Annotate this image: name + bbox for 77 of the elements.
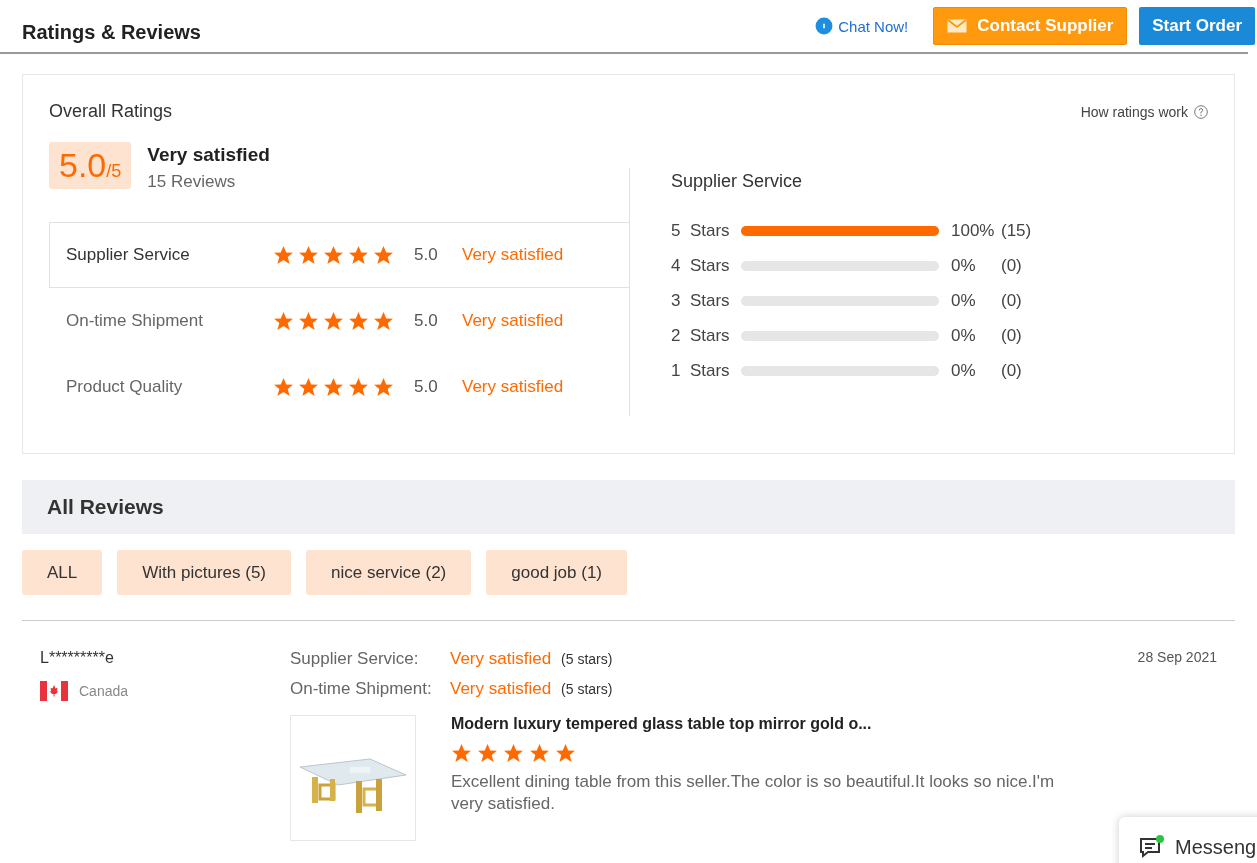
criterion-verdict: Very satisfied	[462, 377, 564, 397]
reviewer-name: L*********e	[40, 649, 115, 667]
filter-tag[interactable]: ALL	[22, 550, 103, 595]
envelope-icon	[947, 19, 968, 33]
star-icon	[273, 311, 294, 331]
star-icon	[323, 377, 344, 397]
star-level-label: 2 Stars	[671, 326, 731, 346]
stars-count-text: (5 stars)	[561, 651, 613, 667]
criterion-verdict: Very satisfied	[462, 245, 564, 265]
star-level-label: 4 Stars	[671, 256, 731, 276]
rating-verdict: Very satisfied	[450, 679, 552, 699]
overall-verdict: Very satisfied	[147, 144, 270, 166]
percent-text: 0%	[951, 256, 977, 276]
star-icon	[451, 743, 472, 763]
star-icon	[298, 245, 319, 265]
count-text: (0)	[1001, 326, 1022, 346]
count-text: (0)	[1001, 291, 1022, 311]
rating-criterion-row[interactable]: Supplier Service 5.0 Very satisfied	[49, 222, 629, 288]
percent-text: 0%	[951, 326, 977, 346]
rating-label: Supplier Service:	[290, 649, 420, 669]
rating-label: On-time Shipment:	[290, 679, 433, 699]
all-reviews-title: All Reviews	[47, 495, 164, 519]
count-text: (15)	[1001, 221, 1032, 241]
review-count: 15 Reviews	[147, 172, 237, 192]
percent-text: 0%	[951, 291, 977, 311]
rating-criterion-row[interactable]: Product Quality 5.0 Very satisfied	[49, 354, 629, 420]
star-icon	[348, 311, 369, 331]
criterion-name: On-time Shipment	[66, 311, 204, 331]
breakdown-title: Supplier Service	[671, 171, 804, 192]
criterion-name: Product Quality	[66, 377, 184, 397]
star-icon	[555, 743, 576, 763]
flag-icon	[40, 681, 68, 701]
star-icon	[298, 377, 319, 397]
star-icon	[503, 743, 524, 763]
star-icon	[529, 743, 550, 763]
rating-criterion-row[interactable]: On-time Shipment 5.0 Very satisfied	[49, 288, 629, 354]
how-ratings-work-link[interactable]: How ratings work	[1080, 103, 1208, 120]
star-icon	[373, 245, 394, 265]
percent-text: 0%	[951, 361, 977, 381]
star-icon	[348, 377, 369, 397]
count-text: (0)	[1001, 361, 1022, 381]
star-icon	[348, 245, 369, 265]
country-name: Canada	[79, 683, 129, 699]
criterion-score: 5.0	[414, 245, 439, 265]
stars-count-text: (5 stars)	[561, 681, 613, 697]
star-icon	[323, 245, 344, 265]
chat-bubble-icon	[815, 17, 834, 35]
chat-now-link[interactable]: Chat Now!	[815, 17, 909, 35]
filter-tag[interactable]: With pictures (5)	[117, 550, 291, 595]
review-date: 28 Sep 2021	[1137, 649, 1217, 667]
percent-text: 100%	[951, 221, 996, 241]
messenger-widget[interactable]: Messeng	[1119, 817, 1257, 863]
rating-verdict: Very satisfied	[450, 649, 552, 669]
star-level-label: 1 Stars	[671, 361, 731, 381]
star-icon	[273, 377, 294, 397]
help-icon[interactable]	[1194, 104, 1208, 119]
star-level-label: 3 Stars	[671, 291, 731, 311]
criterion-score: 5.0	[414, 377, 439, 397]
review-text: Excellent dining table from this seller.The color is so beautiful.It looks so nice.I'm very satisfied.	[451, 771, 1056, 815]
product-title[interactable]: Modern luxury tempered glass table top mirror gold o...	[451, 715, 1091, 733]
star-icon	[373, 377, 394, 397]
star-icon	[373, 311, 394, 331]
star-icon	[298, 311, 319, 331]
criterion-name: Supplier Service	[66, 245, 191, 265]
star-level-label: 5 Stars	[671, 221, 731, 241]
star-icon	[273, 245, 294, 265]
count-text: (0)	[1001, 256, 1022, 276]
criterion-verdict: Very satisfied	[462, 311, 564, 331]
overall-score: 5.0/5	[49, 142, 132, 189]
filter-tag[interactable]: nice service (2)	[306, 550, 472, 595]
section-title: Ratings & Reviews	[22, 20, 201, 44]
star-icon	[477, 743, 498, 763]
star-icon	[323, 311, 344, 331]
start-order-button[interactable]: Start Order	[1139, 7, 1255, 45]
filter-tag[interactable]: good job (1)	[486, 550, 627, 595]
overall-ratings-title: Overall Ratings	[49, 101, 173, 122]
criterion-score: 5.0	[414, 311, 439, 331]
